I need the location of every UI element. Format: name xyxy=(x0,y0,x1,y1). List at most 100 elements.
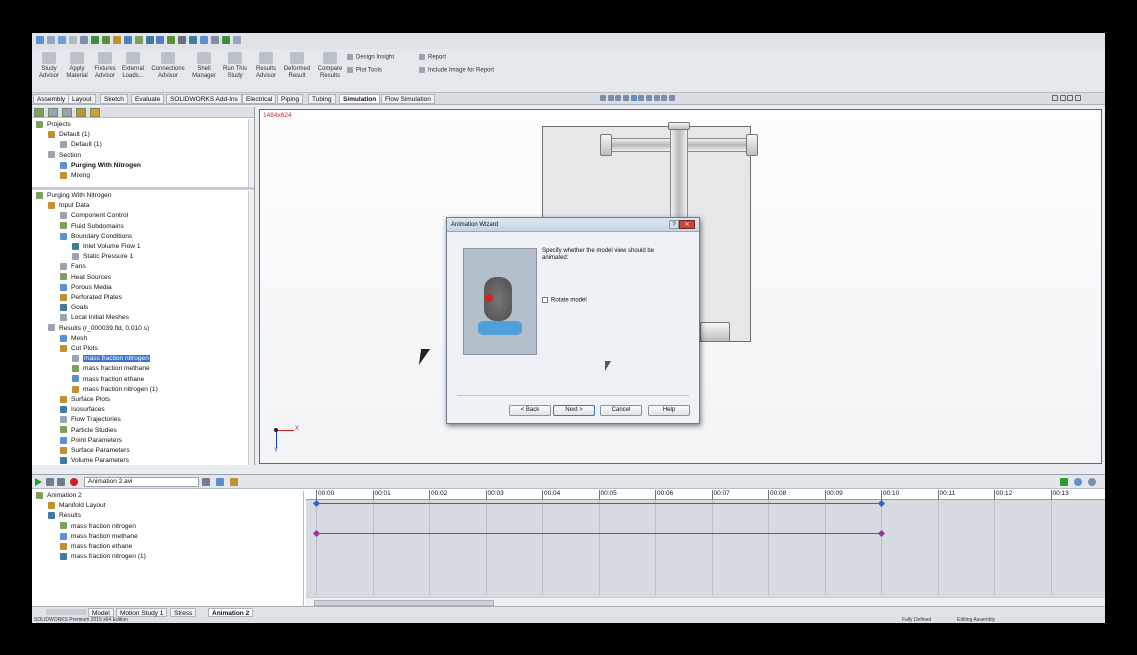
tree-item[interactable]: mass fraction nitrogen (1) xyxy=(72,385,158,395)
help-question-icon[interactable]: ? xyxy=(669,220,679,229)
tree-item[interactable]: Section xyxy=(48,151,81,161)
apply-material-button[interactable]: Apply Material xyxy=(62,52,92,80)
ok-check-icon[interactable] xyxy=(1060,478,1068,486)
tree-item[interactable]: Mesh xyxy=(60,334,87,344)
rotate-icon[interactable] xyxy=(200,36,209,44)
undo-icon[interactable] xyxy=(68,36,77,44)
study-scrollbar[interactable] xyxy=(248,191,254,465)
view-icon[interactable] xyxy=(211,36,220,44)
tree-item[interactable]: Surface Plots xyxy=(60,395,110,405)
measure-icon[interactable] xyxy=(167,36,176,44)
record-icon[interactable] xyxy=(70,478,78,486)
tab-solidworks-addins[interactable]: SOLIDWORKS Add-Ins xyxy=(166,94,242,104)
stop-icon[interactable] xyxy=(57,478,65,486)
results-advisor-button[interactable]: Results Advisor xyxy=(251,52,281,80)
tab-layout[interactable]: Layout xyxy=(68,94,96,104)
timeline[interactable]: 00:00 00:01 00:02 00:03 00:04 00:05 00:06 00:07… xyxy=(306,490,1105,607)
rebuild-icon[interactable] xyxy=(46,36,55,44)
checkbox-icon[interactable] xyxy=(542,297,548,303)
display-icon[interactable] xyxy=(222,36,231,44)
tree-item[interactable]: Surface Parameters xyxy=(60,446,130,456)
maximize-icon[interactable] xyxy=(1075,95,1082,101)
close-icon[interactable]: ✕ xyxy=(679,220,695,229)
previous-view-icon[interactable] xyxy=(615,95,622,101)
tab-motion-study-1[interactable]: Motion Study 1 xyxy=(116,608,168,617)
pattern-icon[interactable] xyxy=(145,36,154,44)
timeline-ruler[interactable]: 00:00 00:01 00:02 00:03 00:04 00:05 00:06 00:07… xyxy=(306,490,1105,500)
tree-item[interactable]: Results (r_000039.fld, 0.010 s) xyxy=(48,324,149,334)
next-button[interactable]: Next > xyxy=(553,405,595,416)
timeline-bar-results[interactable] xyxy=(316,533,881,534)
tab-simulation[interactable]: Simulation xyxy=(339,94,381,104)
tree-item[interactable]: Inlet Volume Flow 1 xyxy=(72,242,141,252)
info-icon[interactable] xyxy=(1074,478,1082,486)
tree-item[interactable]: Point Parameters xyxy=(60,436,122,446)
tab-flow-simulation[interactable]: Flow Simulation xyxy=(381,94,435,104)
flow-analysis-tab-icon[interactable] xyxy=(89,108,100,117)
keyframe-end-1[interactable] xyxy=(877,499,886,508)
tree-item[interactable]: Volume Parameters xyxy=(60,456,129,465)
tree-item[interactable]: mass fraction ethane xyxy=(60,542,132,552)
dimxpert-tab-icon[interactable] xyxy=(75,108,86,117)
mate-icon[interactable] xyxy=(123,36,132,44)
help-button[interactable]: Help xyxy=(648,405,690,416)
tree-item[interactable]: Default (1) xyxy=(60,140,102,150)
keyframe-start-2[interactable] xyxy=(312,529,321,538)
tree-item[interactable]: Particle Studies xyxy=(60,426,117,436)
assembly-icon[interactable] xyxy=(134,36,143,44)
section-view-icon[interactable] xyxy=(623,95,630,101)
tree-item[interactable]: Heat Sources xyxy=(60,273,111,283)
display-style-icon[interactable] xyxy=(638,95,645,101)
report-button[interactable]: Report xyxy=(419,54,446,61)
hide-show-icon[interactable] xyxy=(646,95,653,101)
tab-piping[interactable]: Piping xyxy=(277,94,304,104)
appearance-icon[interactable] xyxy=(653,95,660,101)
cancel-button[interactable]: Cancel xyxy=(600,405,642,416)
external-loads-button[interactable]: External Loads... xyxy=(118,52,148,80)
save-icon[interactable] xyxy=(202,478,210,486)
tile-icon[interactable] xyxy=(1067,95,1074,101)
study-advisor-button[interactable]: Study Advisor xyxy=(34,52,64,80)
tab-scroll-arrows-icon[interactable] xyxy=(46,609,86,615)
tree-item[interactable]: Default (1) xyxy=(48,130,90,140)
view-orientation-icon[interactable] xyxy=(630,95,637,101)
tree-item[interactable]: Manifold Layout xyxy=(48,501,106,511)
tree-item[interactable]: mass fraction methane xyxy=(60,532,138,542)
tab-sketch[interactable]: Sketch xyxy=(100,94,128,104)
mirror-icon[interactable] xyxy=(156,36,165,44)
options-icon[interactable] xyxy=(233,36,242,44)
calculate-icon[interactable] xyxy=(216,478,224,486)
tree-item[interactable]: Component Control xyxy=(60,211,128,221)
compare-results-button[interactable]: Compare Results xyxy=(315,52,345,80)
view-settings-icon[interactable] xyxy=(669,95,676,101)
tab-stress[interactable]: Stress xyxy=(170,608,197,617)
tab-animation-2[interactable]: Animation 2 xyxy=(208,608,254,617)
section-icon[interactable] xyxy=(178,36,187,44)
tree-item[interactable]: Projects xyxy=(36,120,71,130)
tree-item[interactable]: Goals xyxy=(60,303,88,313)
select-icon[interactable] xyxy=(36,36,44,44)
tree-item[interactable]: Results xyxy=(48,511,81,521)
keyframe-end-2[interactable] xyxy=(877,529,886,538)
filter-icon[interactable] xyxy=(57,36,66,44)
connections-advisor-button[interactable]: Connections Advisor xyxy=(150,52,186,80)
zoom-fit-icon[interactable] xyxy=(600,95,606,101)
tree-item[interactable]: mass fraction nitrogen (1) xyxy=(60,552,146,562)
restore-icon[interactable] xyxy=(1059,95,1066,101)
tree-item[interactable]: Isosurfaces xyxy=(60,405,105,415)
configuration-manager-tab-icon[interactable] xyxy=(61,108,72,117)
settings-icon[interactable] xyxy=(1088,478,1096,486)
sketch-icon[interactable] xyxy=(90,36,99,44)
property-manager-tab-icon[interactable] xyxy=(47,108,58,117)
scene-icon[interactable] xyxy=(661,95,668,101)
tree-item[interactable]: Cut Plots xyxy=(60,344,98,354)
tab-tubing[interactable]: Tubing xyxy=(308,94,336,104)
run-study-button[interactable]: Run This Study xyxy=(220,52,250,80)
tree-item[interactable]: Porous Media xyxy=(60,283,112,293)
tree-item[interactable]: mass fraction ethane xyxy=(72,375,144,385)
tab-assembly[interactable]: Assembly xyxy=(33,94,70,104)
animation-wizard-icon[interactable] xyxy=(230,478,238,486)
tab-model[interactable]: Model xyxy=(88,608,114,617)
timeline-bar-animation[interactable] xyxy=(316,503,881,504)
tree-item[interactable]: Local Initial Meshes xyxy=(60,313,129,323)
